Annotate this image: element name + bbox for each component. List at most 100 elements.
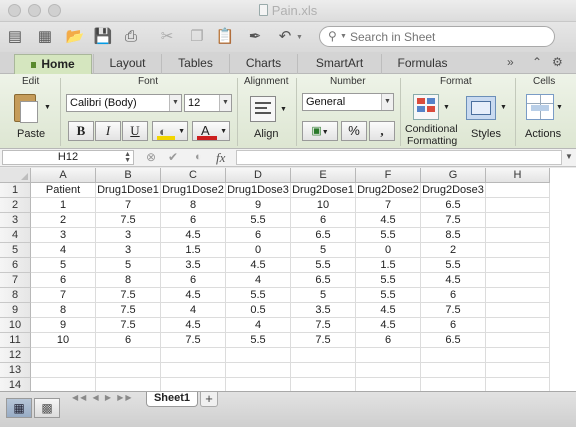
tab-smartart[interactable]: SmartArt: [297, 54, 381, 74]
cell-c13[interactable]: [161, 363, 226, 378]
paste-dropdown-icon[interactable]: ▼: [44, 104, 51, 111]
name-box[interactable]: H12 ▲ ▼: [2, 150, 134, 165]
cell-f10[interactable]: 4.5: [356, 318, 421, 333]
cell-e7[interactable]: 6.5: [291, 273, 356, 288]
number-format-select[interactable]: General ▼: [302, 93, 394, 111]
cell-g5[interactable]: 2: [421, 243, 486, 258]
cell-b4[interactable]: 3: [96, 228, 161, 243]
cell-d6[interactable]: 4.5: [226, 258, 291, 273]
cell-h14[interactable]: [486, 378, 550, 391]
cell-d12[interactable]: [226, 348, 291, 363]
cell-a13[interactable]: [31, 363, 96, 378]
sheet-tab-sheet1[interactable]: Sheet1: [146, 392, 198, 407]
cell-h7[interactable]: [486, 273, 550, 288]
cell-b14[interactable]: [96, 378, 161, 391]
cell-e2[interactable]: 10: [291, 198, 356, 213]
formula-builder-icon[interactable]: ◐: [195, 151, 202, 164]
row-header-10[interactable]: 10: [0, 318, 31, 333]
row-header-9[interactable]: 9: [0, 303, 31, 318]
cell-b12[interactable]: [96, 348, 161, 363]
cell-f5[interactable]: 0: [356, 243, 421, 258]
align-button-label[interactable]: Align: [254, 128, 278, 140]
more-tabs-icon[interactable]: »: [507, 55, 514, 69]
cell-e13[interactable]: [291, 363, 356, 378]
cell-g4[interactable]: 8.5: [421, 228, 486, 243]
row-header-7[interactable]: 7: [0, 273, 31, 288]
conditional-formatting-dropdown-icon[interactable]: ▼: [443, 104, 450, 111]
cell-g11[interactable]: 6.5: [421, 333, 486, 348]
search-input[interactable]: [350, 29, 545, 44]
cell-a11[interactable]: 10: [31, 333, 96, 348]
cell-f1[interactable]: Drug2Dose2: [356, 183, 421, 198]
cell-b3[interactable]: 7.5: [96, 213, 161, 228]
cell-c8[interactable]: 4.5: [161, 288, 226, 303]
cancel-entry-icon[interactable]: ⊗: [146, 151, 156, 164]
cell-f3[interactable]: 4.5: [356, 213, 421, 228]
cell-c12[interactable]: [161, 348, 226, 363]
cell-g8[interactable]: 6: [421, 288, 486, 303]
cell-a2[interactable]: 1: [31, 198, 96, 213]
cell-c3[interactable]: 6: [161, 213, 226, 228]
open-icon[interactable]: 📂: [64, 26, 86, 48]
cell-e11[interactable]: 7.5: [291, 333, 356, 348]
cell-d8[interactable]: 5.5: [226, 288, 291, 303]
row-header-4[interactable]: 4: [0, 228, 31, 243]
percent-style-button[interactable]: %: [341, 121, 367, 141]
ribbon-settings-icon[interactable]: ⚙: [552, 55, 563, 69]
paste-clipboard-icon[interactable]: [14, 94, 38, 123]
function-fx-icon[interactable]: fx: [216, 150, 225, 166]
column-header-f[interactable]: F: [356, 168, 421, 183]
cell-f11[interactable]: 6: [356, 333, 421, 348]
styles-dropdown-icon[interactable]: ▼: [500, 104, 507, 111]
row-header-1[interactable]: 1: [0, 183, 31, 198]
cell-a10[interactable]: 9: [31, 318, 96, 333]
stepper-icon[interactable]: ▲ ▼: [124, 151, 131, 164]
formula-input[interactable]: [236, 150, 562, 165]
cell-f4[interactable]: 5.5: [356, 228, 421, 243]
print-icon[interactable]: ⎙: [120, 26, 142, 48]
cell-a9[interactable]: 8: [31, 303, 96, 318]
cell-a12[interactable]: [31, 348, 96, 363]
cell-f8[interactable]: 5.5: [356, 288, 421, 303]
row-header-8[interactable]: 8: [0, 288, 31, 303]
cell-c6[interactable]: 3.5: [161, 258, 226, 273]
cell-e9[interactable]: 3.5: [291, 303, 356, 318]
cell-a6[interactable]: 5: [31, 258, 96, 273]
fill-color-button[interactable]: ◐ ▼: [152, 121, 188, 141]
expand-formula-bar-icon[interactable]: ▼: [565, 152, 573, 161]
cell-b13[interactable]: [96, 363, 161, 378]
cell-h11[interactable]: [486, 333, 550, 348]
cell-f7[interactable]: 5.5: [356, 273, 421, 288]
cell-h6[interactable]: [486, 258, 550, 273]
cell-d7[interactable]: 4: [226, 273, 291, 288]
cell-e10[interactable]: 7.5: [291, 318, 356, 333]
cell-f14[interactable]: [356, 378, 421, 391]
row-header-14[interactable]: 14: [0, 378, 31, 391]
cell-f13[interactable]: [356, 363, 421, 378]
column-header-c[interactable]: C: [161, 168, 226, 183]
search-box[interactable]: ⚲ ▼: [319, 26, 555, 47]
undo-dropdown-icon[interactable]: ▼: [296, 34, 303, 41]
cell-d14[interactable]: [226, 378, 291, 391]
row-header-5[interactable]: 5: [0, 243, 31, 258]
bold-button[interactable]: B: [68, 121, 94, 141]
row-header-13[interactable]: 13: [0, 363, 31, 378]
cell-h5[interactable]: [486, 243, 550, 258]
cell-c14[interactable]: [161, 378, 226, 391]
confirm-entry-icon[interactable]: ✔: [168, 151, 178, 164]
cell-g2[interactable]: 6.5: [421, 198, 486, 213]
cell-g9[interactable]: 7.5: [421, 303, 486, 318]
cell-h2[interactable]: [486, 198, 550, 213]
italic-button[interactable]: I: [95, 121, 121, 141]
cell-c11[interactable]: 7.5: [161, 333, 226, 348]
row-header-3[interactable]: 3: [0, 213, 31, 228]
row-header-12[interactable]: 12: [0, 348, 31, 363]
font-color-button[interactable]: A ▼: [192, 121, 230, 141]
cell-f12[interactable]: [356, 348, 421, 363]
cell-c10[interactable]: 4.5: [161, 318, 226, 333]
align-icon[interactable]: [250, 96, 276, 122]
cell-b8[interactable]: 7.5: [96, 288, 161, 303]
tab-layout[interactable]: Layout: [93, 54, 161, 74]
cell-a14[interactable]: [31, 378, 96, 391]
cell-h10[interactable]: [486, 318, 550, 333]
